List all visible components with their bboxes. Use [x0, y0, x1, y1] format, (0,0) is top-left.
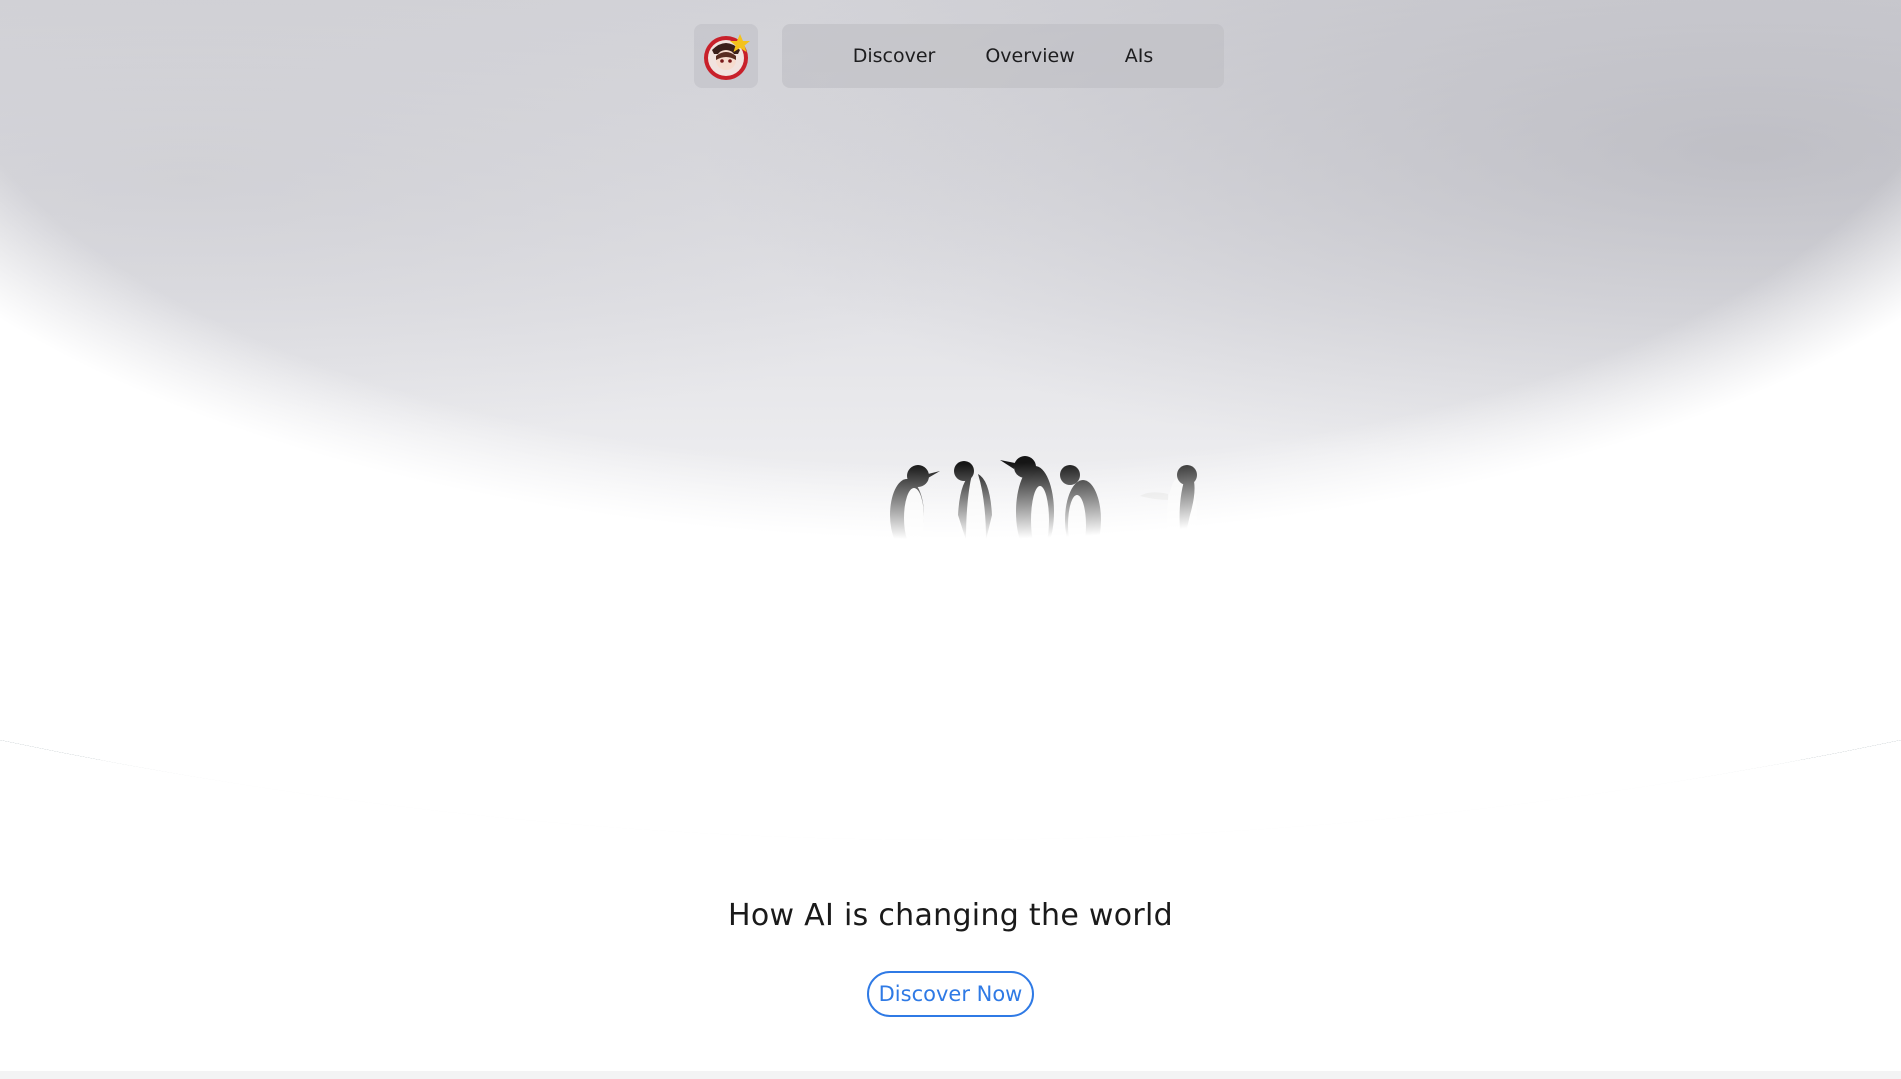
logo-button[interactable] — [694, 24, 758, 88]
top-navigation: Discover Overview AIs — [694, 24, 1224, 88]
discover-now-button[interactable]: Discover Now — [866, 971, 1035, 1017]
avatar-logo-icon — [704, 34, 750, 80]
nav-link-overview[interactable]: Overview — [985, 45, 1074, 67]
page-bottom-divider — [0, 1071, 1901, 1079]
cta-container: Discover Now — [0, 971, 1901, 1017]
nav-menu: Discover Overview AIs — [782, 24, 1224, 88]
nav-link-ais[interactable]: AIs — [1125, 45, 1154, 67]
landing-page: Discover Overview AIs How AI is changing… — [0, 0, 1901, 1079]
hero-image — [0, 0, 1901, 870]
nav-link-discover[interactable]: Discover — [853, 45, 936, 67]
hero-headline: How AI is changing the world — [727, 898, 1174, 933]
